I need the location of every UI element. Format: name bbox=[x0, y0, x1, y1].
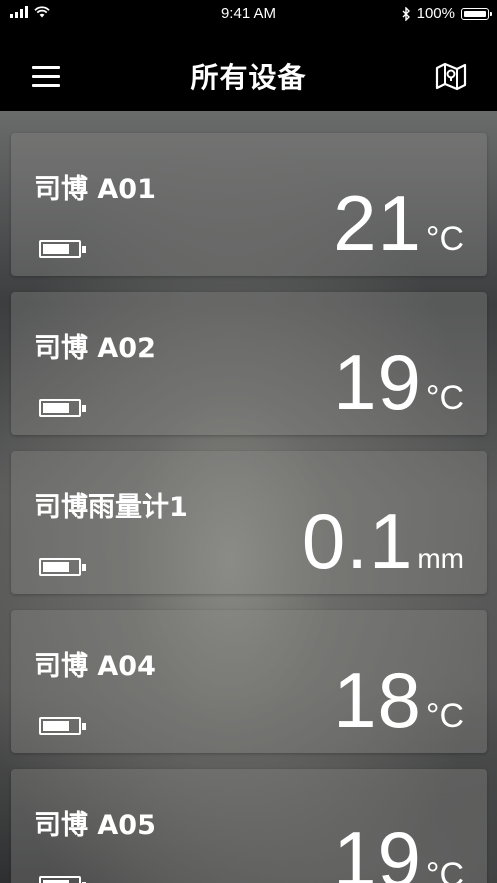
battery-icon bbox=[39, 876, 86, 883]
status-right: 100% bbox=[402, 5, 492, 22]
device-reading: 19 °C bbox=[333, 820, 464, 883]
reading-unit: °C bbox=[425, 220, 464, 258]
page-title: 所有设备 bbox=[190, 61, 307, 94]
battery-icon bbox=[39, 240, 86, 258]
battery-icon bbox=[39, 717, 86, 735]
device-reading: 19 °C bbox=[333, 343, 464, 421]
device-card[interactable]: 司博 A02 19 °C bbox=[11, 292, 487, 435]
reading-value: 18 bbox=[333, 656, 422, 744]
device-name: 司博 A01 bbox=[34, 174, 156, 205]
reading-value: 0.1 bbox=[301, 497, 414, 585]
device-name: 司博 A02 bbox=[34, 333, 156, 364]
status-bar: 9:41 AM 100% bbox=[0, 0, 497, 28]
device-name: 司博 A05 bbox=[34, 810, 156, 841]
reading-unit: °C bbox=[425, 697, 464, 735]
nav-bar: 所有设备 bbox=[0, 28, 497, 111]
device-card[interactable]: 司博雨量计1 0.1 mm bbox=[11, 451, 487, 594]
reading-value: 21 bbox=[333, 179, 422, 267]
device-name: 司博 A04 bbox=[34, 651, 156, 682]
reading-unit: mm bbox=[417, 543, 464, 574]
battery-percent: 100% bbox=[416, 5, 455, 22]
device-reading: 21 °C bbox=[333, 184, 464, 262]
device-reading: 0.1 mm bbox=[302, 502, 464, 580]
map-icon bbox=[435, 62, 467, 91]
reading-value: 19 bbox=[333, 815, 422, 883]
reading-unit: °C bbox=[425, 856, 464, 883]
bluetooth-icon bbox=[402, 6, 410, 21]
device-card[interactable]: 司博 A04 18 °C bbox=[11, 610, 487, 753]
reading-value: 19 bbox=[333, 338, 422, 426]
battery-icon bbox=[39, 558, 86, 576]
battery-icon bbox=[461, 7, 492, 20]
map-button[interactable] bbox=[435, 61, 467, 91]
device-name: 司博雨量计1 bbox=[34, 492, 188, 523]
reading-unit: °C bbox=[425, 379, 464, 417]
device-card[interactable]: 司博 A05 19 °C bbox=[11, 769, 487, 883]
device-reading: 18 °C bbox=[333, 661, 464, 739]
device-list[interactable]: 司博 A01 21 °C 司博 A02 19 °C 司博雨量计1 0.1 mm … bbox=[0, 111, 497, 883]
device-card[interactable]: 司博 A01 21 °C bbox=[11, 133, 487, 276]
battery-icon bbox=[39, 399, 86, 417]
